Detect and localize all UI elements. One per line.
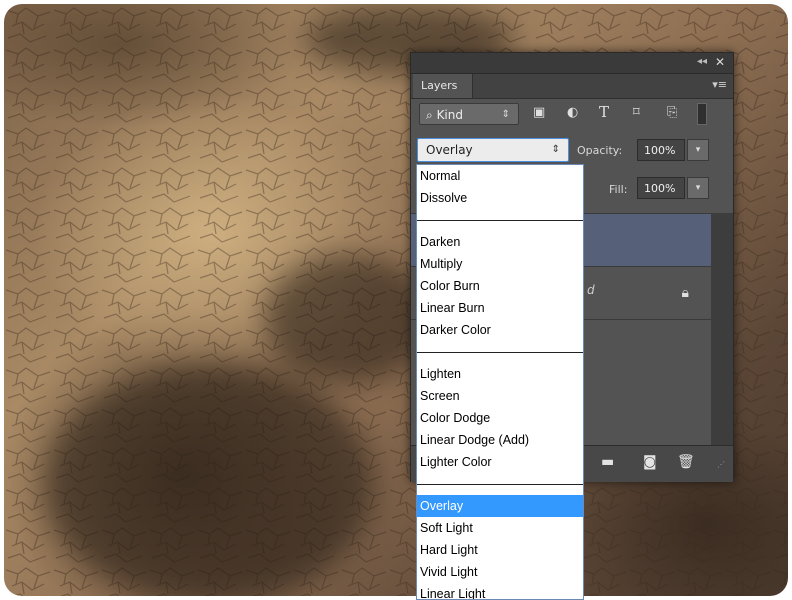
blend-mode-dropdown-list[interactable]: Normal Dissolve Darken Multiply Color Burn Li… [416, 164, 584, 600]
menu-separator [417, 473, 583, 495]
blend-mode-option[interactable]: Linear Burn [417, 297, 583, 319]
menu-separator [417, 209, 583, 231]
blend-mode-option[interactable]: Linear Dodge (Add) [417, 429, 583, 451]
layer-list-scrollbar[interactable] [711, 213, 733, 445]
panel-menu-icon[interactable]: ▾≡ [712, 78, 727, 91]
blend-mode-option[interactable]: Overlay [417, 495, 583, 517]
blend-mode-value: Overlay [426, 143, 473, 157]
shadow-region [44, 364, 374, 596]
blend-mode-option[interactable]: Color Burn [417, 275, 583, 297]
close-icon[interactable]: ✕ [715, 55, 725, 69]
panel-tab-row: Layers ▾≡ [411, 74, 733, 99]
new-layer-icon[interactable]: ◙ [643, 454, 657, 470]
tab-layers[interactable]: Layers [413, 74, 473, 98]
lock-icon: 🔒︎ [681, 285, 689, 301]
blend-mode-option[interactable]: Lighten [417, 363, 583, 385]
kind-filter-select[interactable]: ⌕ Kind ⇕ [419, 103, 519, 125]
blend-mode-select[interactable]: Overlay ⇕ [417, 138, 569, 162]
blend-row: Overlay ⇕ Opacity: 100% ▾ [411, 135, 733, 165]
search-icon: ⌕ [426, 108, 433, 122]
collapse-icon[interactable]: ◂◂ [697, 56, 707, 67]
blend-mode-option[interactable]: Lighter Color [417, 451, 583, 473]
opacity-label: Opacity: [577, 144, 623, 157]
blend-mode-option[interactable]: Color Dodge [417, 407, 583, 429]
pixel-filter-icon[interactable]: ▣ [533, 105, 545, 120]
blend-mode-option[interactable]: Hard Light [417, 539, 583, 561]
trash-icon[interactable]: 🗑︎ [677, 454, 695, 470]
blend-mode-option[interactable]: Darken [417, 231, 583, 253]
select-arrow-icon: ⇕ [551, 144, 560, 155]
panel-titlebar: ◂◂ ✕ [411, 53, 733, 74]
type-filter-icon[interactable]: T [599, 103, 609, 121]
blend-mode-option[interactable]: Screen [417, 385, 583, 407]
shadow-region [264, 254, 434, 384]
resize-grip-icon[interactable]: ⋰ [717, 460, 725, 469]
blend-mode-option[interactable]: Darker Color [417, 319, 583, 341]
fill-dropdown-icon[interactable]: ▾ [687, 177, 709, 199]
layer-name-partial: d [587, 283, 595, 297]
blend-mode-option[interactable]: Dissolve [417, 187, 583, 209]
fill-input[interactable]: 100% [637, 177, 685, 199]
blend-mode-option[interactable]: Multiply [417, 253, 583, 275]
new-group-folder-icon[interactable]: ▬ [601, 454, 614, 470]
opacity-input[interactable]: 100% [637, 139, 685, 161]
blend-mode-option[interactable]: Soft Light [417, 517, 583, 539]
smart-object-filter-icon[interactable]: ⎘ [667, 105, 677, 120]
blend-mode-option[interactable]: Normal [417, 165, 583, 187]
kind-label: Kind [436, 108, 463, 122]
filter-row: ⌕ Kind ⇕ ▣ ◐ T ⌑ ⎘ [411, 99, 733, 129]
select-arrow-icon: ⇕ [501, 109, 510, 120]
opacity-dropdown-icon[interactable]: ▾ [687, 139, 709, 161]
blend-mode-option[interactable]: Linear Light [417, 583, 583, 599]
shape-filter-icon[interactable]: ⌑ [633, 105, 640, 120]
blend-mode-option[interactable]: Vivid Light [417, 561, 583, 583]
fill-label: Fill: [609, 183, 628, 196]
adjustment-filter-icon[interactable]: ◐ [567, 105, 578, 120]
menu-separator [417, 341, 583, 363]
filter-toggle[interactable] [697, 103, 707, 125]
